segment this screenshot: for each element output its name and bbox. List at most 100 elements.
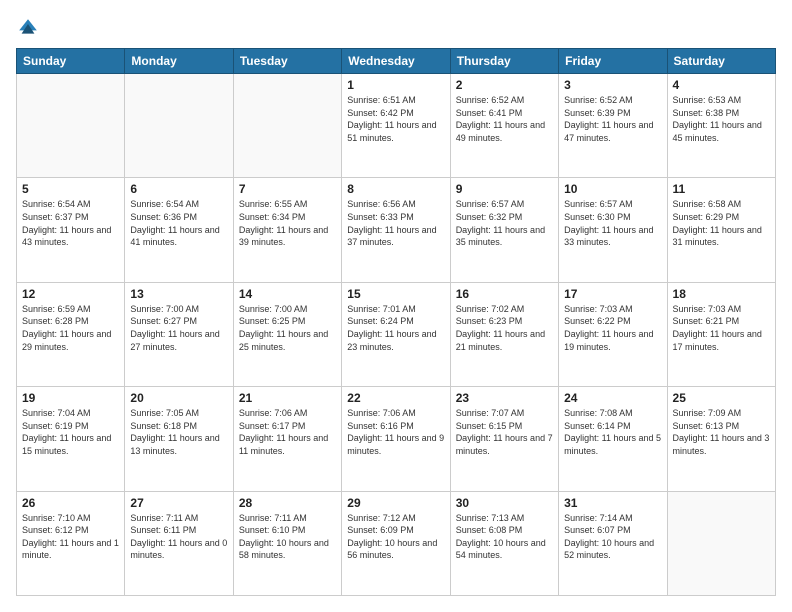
calendar-cell: 23 Sunrise: 7:07 AMSunset: 6:15 PMDayligh… bbox=[450, 387, 558, 491]
calendar-cell: 14 Sunrise: 7:00 AMSunset: 6:25 PMDayligh… bbox=[233, 282, 341, 386]
day-number: 28 bbox=[239, 496, 336, 510]
day-number: 18 bbox=[673, 287, 770, 301]
day-info: Sunrise: 7:03 AMSunset: 6:22 PMDaylight:… bbox=[564, 303, 661, 353]
day-info: Sunrise: 6:52 AMSunset: 6:39 PMDaylight:… bbox=[564, 94, 661, 144]
day-info: Sunrise: 6:59 AMSunset: 6:28 PMDaylight:… bbox=[22, 303, 119, 353]
day-number: 14 bbox=[239, 287, 336, 301]
day-number: 2 bbox=[456, 78, 553, 92]
day-info: Sunrise: 7:02 AMSunset: 6:23 PMDaylight:… bbox=[456, 303, 553, 353]
day-info: Sunrise: 7:13 AMSunset: 6:08 PMDaylight:… bbox=[456, 512, 553, 562]
day-number: 15 bbox=[347, 287, 444, 301]
day-number: 8 bbox=[347, 182, 444, 196]
day-info: Sunrise: 7:00 AMSunset: 6:27 PMDaylight:… bbox=[130, 303, 227, 353]
calendar-cell: 5 Sunrise: 6:54 AMSunset: 6:37 PMDaylight… bbox=[17, 178, 125, 282]
calendar-cell bbox=[17, 74, 125, 178]
calendar-cell: 11 Sunrise: 6:58 AMSunset: 6:29 PMDayligh… bbox=[667, 178, 775, 282]
calendar-cell: 30 Sunrise: 7:13 AMSunset: 6:08 PMDayligh… bbox=[450, 491, 558, 595]
day-info: Sunrise: 6:54 AMSunset: 6:37 PMDaylight:… bbox=[22, 198, 119, 248]
day-info: Sunrise: 7:05 AMSunset: 6:18 PMDaylight:… bbox=[130, 407, 227, 457]
day-number: 31 bbox=[564, 496, 661, 510]
day-number: 5 bbox=[22, 182, 119, 196]
calendar-cell: 29 Sunrise: 7:12 AMSunset: 6:09 PMDayligh… bbox=[342, 491, 450, 595]
header bbox=[16, 16, 776, 40]
page: SundayMondayTuesdayWednesdayThursdayFrid… bbox=[0, 0, 792, 612]
day-info: Sunrise: 6:58 AMSunset: 6:29 PMDaylight:… bbox=[673, 198, 770, 248]
day-number: 12 bbox=[22, 287, 119, 301]
calendar-cell: 10Sunrise: 6:57 AMSunset: 6:30 PMDayligh… bbox=[559, 178, 667, 282]
calendar-cell bbox=[125, 74, 233, 178]
weekday-header-thursday: Thursday bbox=[450, 49, 558, 74]
day-info: Sunrise: 7:14 AMSunset: 6:07 PMDaylight:… bbox=[564, 512, 661, 562]
day-info: Sunrise: 6:51 AMSunset: 6:42 PMDaylight:… bbox=[347, 94, 444, 144]
day-info: Sunrise: 6:56 AMSunset: 6:33 PMDaylight:… bbox=[347, 198, 444, 248]
day-number: 1 bbox=[347, 78, 444, 92]
day-info: Sunrise: 7:01 AMSunset: 6:24 PMDaylight:… bbox=[347, 303, 444, 353]
day-info: Sunrise: 7:06 AMSunset: 6:17 PMDaylight:… bbox=[239, 407, 336, 457]
calendar-cell: 15 Sunrise: 7:01 AMSunset: 6:24 PMDayligh… bbox=[342, 282, 450, 386]
day-info: Sunrise: 6:54 AMSunset: 6:36 PMDaylight:… bbox=[130, 198, 227, 248]
weekday-header-row: SundayMondayTuesdayWednesdayThursdayFrid… bbox=[17, 49, 776, 74]
calendar-week-row: 19Sunrise: 7:04 AMSunset: 6:19 PMDayligh… bbox=[17, 387, 776, 491]
logo bbox=[16, 16, 44, 40]
calendar-cell: 21Sunrise: 7:06 AMSunset: 6:17 PMDayligh… bbox=[233, 387, 341, 491]
calendar-cell: 27Sunrise: 7:11 AMSunset: 6:11 PMDayligh… bbox=[125, 491, 233, 595]
weekday-header-friday: Friday bbox=[559, 49, 667, 74]
day-number: 17 bbox=[564, 287, 661, 301]
calendar-cell: 7 Sunrise: 6:55 AMSunset: 6:34 PMDaylight… bbox=[233, 178, 341, 282]
calendar-cell: 6Sunrise: 6:54 AMSunset: 6:36 PMDaylight… bbox=[125, 178, 233, 282]
calendar-cell: 31 Sunrise: 7:14 AMSunset: 6:07 PMDayligh… bbox=[559, 491, 667, 595]
logo-icon bbox=[16, 16, 40, 40]
calendar-cell: 4 Sunrise: 6:53 AMSunset: 6:38 PMDaylight… bbox=[667, 74, 775, 178]
day-info: Sunrise: 7:12 AMSunset: 6:09 PMDaylight:… bbox=[347, 512, 444, 562]
calendar-week-row: 5 Sunrise: 6:54 AMSunset: 6:37 PMDaylight… bbox=[17, 178, 776, 282]
calendar-cell bbox=[667, 491, 775, 595]
calendar-cell: 16 Sunrise: 7:02 AMSunset: 6:23 PMDayligh… bbox=[450, 282, 558, 386]
day-number: 29 bbox=[347, 496, 444, 510]
day-number: 23 bbox=[456, 391, 553, 405]
weekday-header-saturday: Saturday bbox=[667, 49, 775, 74]
calendar-cell: 24Sunrise: 7:08 AMSunset: 6:14 PMDayligh… bbox=[559, 387, 667, 491]
weekday-header-sunday: Sunday bbox=[17, 49, 125, 74]
day-number: 20 bbox=[130, 391, 227, 405]
weekday-header-wednesday: Wednesday bbox=[342, 49, 450, 74]
calendar-cell: 2 Sunrise: 6:52 AMSunset: 6:41 PMDaylight… bbox=[450, 74, 558, 178]
day-info: Sunrise: 7:10 AMSunset: 6:12 PMDaylight:… bbox=[22, 512, 119, 562]
calendar-cell: 26 Sunrise: 7:10 AMSunset: 6:12 PMDayligh… bbox=[17, 491, 125, 595]
calendar-cell: 9Sunrise: 6:57 AMSunset: 6:32 PMDaylight… bbox=[450, 178, 558, 282]
calendar-cell: 17 Sunrise: 7:03 AMSunset: 6:22 PMDayligh… bbox=[559, 282, 667, 386]
calendar-cell: 13Sunrise: 7:00 AMSunset: 6:27 PMDayligh… bbox=[125, 282, 233, 386]
day-number: 26 bbox=[22, 496, 119, 510]
calendar-cell: 1 Sunrise: 6:51 AMSunset: 6:42 PMDaylight… bbox=[342, 74, 450, 178]
day-info: Sunrise: 7:06 AMSunset: 6:16 PMDaylight:… bbox=[347, 407, 444, 457]
calendar-cell: 12 Sunrise: 6:59 AMSunset: 6:28 PMDayligh… bbox=[17, 282, 125, 386]
calendar-table: SundayMondayTuesdayWednesdayThursdayFrid… bbox=[16, 48, 776, 596]
weekday-header-monday: Monday bbox=[125, 49, 233, 74]
day-number: 27 bbox=[130, 496, 227, 510]
day-info: Sunrise: 6:55 AMSunset: 6:34 PMDaylight:… bbox=[239, 198, 336, 248]
day-number: 16 bbox=[456, 287, 553, 301]
weekday-header-tuesday: Tuesday bbox=[233, 49, 341, 74]
calendar-cell: 18 Sunrise: 7:03 AMSunset: 6:21 PMDayligh… bbox=[667, 282, 775, 386]
day-info: Sunrise: 7:03 AMSunset: 6:21 PMDaylight:… bbox=[673, 303, 770, 353]
calendar-cell bbox=[233, 74, 341, 178]
calendar-week-row: 1 Sunrise: 6:51 AMSunset: 6:42 PMDaylight… bbox=[17, 74, 776, 178]
day-number: 30 bbox=[456, 496, 553, 510]
day-number: 3 bbox=[564, 78, 661, 92]
day-info: Sunrise: 7:07 AMSunset: 6:15 PMDaylight:… bbox=[456, 407, 553, 457]
calendar-cell: 3 Sunrise: 6:52 AMSunset: 6:39 PMDaylight… bbox=[559, 74, 667, 178]
day-info: Sunrise: 6:52 AMSunset: 6:41 PMDaylight:… bbox=[456, 94, 553, 144]
day-info: Sunrise: 7:11 AMSunset: 6:10 PMDaylight:… bbox=[239, 512, 336, 562]
day-info: Sunrise: 7:09 AMSunset: 6:13 PMDaylight:… bbox=[673, 407, 770, 457]
calendar-cell: 22 Sunrise: 7:06 AMSunset: 6:16 PMDayligh… bbox=[342, 387, 450, 491]
day-number: 22 bbox=[347, 391, 444, 405]
day-number: 7 bbox=[239, 182, 336, 196]
calendar-cell: 20 Sunrise: 7:05 AMSunset: 6:18 PMDayligh… bbox=[125, 387, 233, 491]
calendar-week-row: 12 Sunrise: 6:59 AMSunset: 6:28 PMDayligh… bbox=[17, 282, 776, 386]
day-info: Sunrise: 7:00 AMSunset: 6:25 PMDaylight:… bbox=[239, 303, 336, 353]
day-number: 24 bbox=[564, 391, 661, 405]
calendar-cell: 28 Sunrise: 7:11 AMSunset: 6:10 PMDayligh… bbox=[233, 491, 341, 595]
day-info: Sunrise: 6:53 AMSunset: 6:38 PMDaylight:… bbox=[673, 94, 770, 144]
day-number: 4 bbox=[673, 78, 770, 92]
day-info: Sunrise: 6:57 AMSunset: 6:32 PMDaylight:… bbox=[456, 198, 553, 248]
day-number: 11 bbox=[673, 182, 770, 196]
